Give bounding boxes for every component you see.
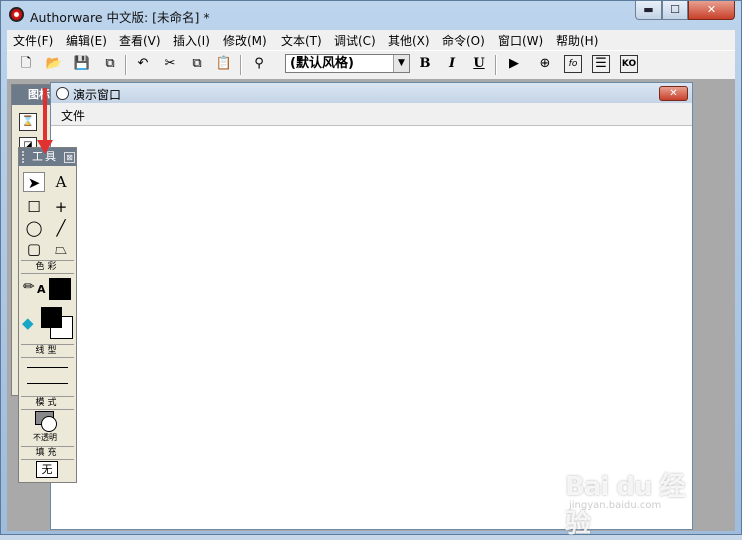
import-icon[interactable]: ⧉ xyxy=(101,55,119,73)
presentation-icon xyxy=(56,87,69,100)
title-bar: Authorware 中文版: [未命名] * ▬ ☐ ✕ xyxy=(1,1,741,29)
presentation-menu-bar: 文件 xyxy=(51,103,692,126)
underline-button[interactable]: U xyxy=(470,55,488,73)
chevron-down-icon[interactable]: ▼ xyxy=(393,55,409,72)
red-arrow-shaft xyxy=(43,88,47,144)
toolbar-separator xyxy=(495,55,497,75)
bold-button[interactable]: B xyxy=(416,55,434,73)
oval-tool-icon[interactable]: ◯ xyxy=(23,218,45,238)
line-section-header: 线型 xyxy=(21,344,74,358)
menu-debug[interactable]: 调试(C) xyxy=(334,32,376,49)
menu-view[interactable]: 查看(V) xyxy=(119,32,161,49)
foreground-color-swatch[interactable] xyxy=(49,278,71,300)
menu-text[interactable]: 文本(T) xyxy=(281,32,322,49)
open-folder-icon[interactable]: 📂 xyxy=(45,55,63,73)
presentation-title: 演示窗口 xyxy=(73,88,122,102)
menu-modify[interactable]: 修改(M) xyxy=(223,32,267,49)
baidu-watermark: Bai du 经验 jingyan.baidu.com xyxy=(565,458,700,539)
text-color-icon: A xyxy=(37,283,46,296)
presentation-menu-file[interactable]: 文件 xyxy=(61,107,85,124)
rectangle-tool-icon[interactable]: ☐ xyxy=(23,197,45,217)
undo-icon[interactable]: ↶ xyxy=(134,55,152,73)
knowledge-objects-icon[interactable]: KO xyxy=(620,55,638,73)
new-file-icon[interactable]: 🗋 xyxy=(17,55,35,73)
line-style-sample[interactable] xyxy=(27,383,68,384)
pointer-tool-icon[interactable]: ➤ xyxy=(23,172,45,192)
cut-icon[interactable]: ✂ xyxy=(161,55,179,73)
menu-bar: 文件(F) 编辑(E) 查看(V) 插入(I) 修改(M) 文本(T) 调试(C… xyxy=(7,30,735,50)
toolbar: 🗋 📂 💾 ⧉ ↶ ✂ ⧉ 📋 ⚲ (默认风格) ▼ B I U ▶ ⊕ fo … xyxy=(7,50,735,80)
copy-icon[interactable]: ⧉ xyxy=(188,55,206,73)
diagonal-line-tool-icon[interactable]: ╱ xyxy=(50,218,72,238)
mode-value: 不透明 xyxy=(33,433,57,442)
menu-window[interactable]: 窗口(W) xyxy=(498,32,543,49)
variables-icon[interactable]: ☰ xyxy=(592,55,610,73)
minimize-button[interactable]: ▬ xyxy=(635,1,662,20)
drag-handle-icon[interactable] xyxy=(22,151,28,163)
tools-close-icon[interactable]: ⊠ xyxy=(64,152,75,163)
menu-file[interactable]: 文件(F) xyxy=(13,32,53,49)
save-icon[interactable]: 💾 xyxy=(73,55,91,73)
fill-pattern-none[interactable]: 无 xyxy=(36,461,58,478)
control-panel-icon[interactable]: ⊕ xyxy=(536,55,554,73)
rounded-rectangle-tool-icon[interactable]: ▢ xyxy=(23,239,45,259)
presentation-close-button[interactable]: ✕ xyxy=(659,86,688,101)
mode-opaque-circle[interactable] xyxy=(41,416,57,432)
menu-help[interactable]: 帮助(H) xyxy=(556,32,598,49)
toolbar-separator xyxy=(125,55,127,75)
style-dropdown[interactable]: (默认风格) ▼ xyxy=(285,54,410,73)
style-value: (默认风格) xyxy=(290,56,354,71)
paste-icon[interactable]: 📋 xyxy=(215,55,233,73)
window-title: Authorware 中文版: [未命名] * xyxy=(30,10,210,25)
text-tool-icon[interactable]: A xyxy=(50,172,72,192)
straight-line-tool-icon[interactable]: + xyxy=(50,197,72,217)
italic-button[interactable]: I xyxy=(443,55,461,73)
authorware-logo-icon xyxy=(9,7,24,22)
functions-icon[interactable]: fo xyxy=(564,55,582,73)
tools-palette: 工具 ⊠ ➤ A ☐ + ◯ ╱ ▢ ⏢ 色彩 ✏ A ◆ 线型 模式 不透明 … xyxy=(18,147,77,483)
color-section-header: 色彩 xyxy=(21,260,74,274)
menu-insert[interactable]: 插入(I) xyxy=(173,32,210,49)
display-icon[interactable]: ⌛ xyxy=(19,113,37,131)
run-icon[interactable]: ▶ xyxy=(505,55,523,73)
fill-color-swatch[interactable] xyxy=(41,307,62,328)
mode-section-header: 模式 xyxy=(21,396,74,410)
presentation-title-bar: 演示窗口 ✕ xyxy=(51,83,692,103)
line-style-thin[interactable] xyxy=(27,367,68,368)
maximize-button[interactable]: ☐ xyxy=(662,1,688,20)
menu-other[interactable]: 其他(X) xyxy=(388,32,430,49)
find-icon[interactable]: ⚲ xyxy=(250,55,268,73)
fill-section-header: 填充 xyxy=(21,446,74,460)
toolbar-separator xyxy=(240,55,242,75)
watermark-sub: jingyan.baidu.com xyxy=(569,500,662,511)
paint-bucket-icon[interactable]: ◆ xyxy=(22,314,34,332)
polygon-tool-icon[interactable]: ⏢ xyxy=(50,239,72,259)
pencil-icon[interactable]: ✏ xyxy=(23,279,35,295)
red-arrow-head xyxy=(37,140,53,154)
menu-edit[interactable]: 编辑(E) xyxy=(66,32,107,49)
close-button[interactable]: ✕ xyxy=(688,1,735,20)
menu-commands[interactable]: 命令(O) xyxy=(442,32,485,49)
